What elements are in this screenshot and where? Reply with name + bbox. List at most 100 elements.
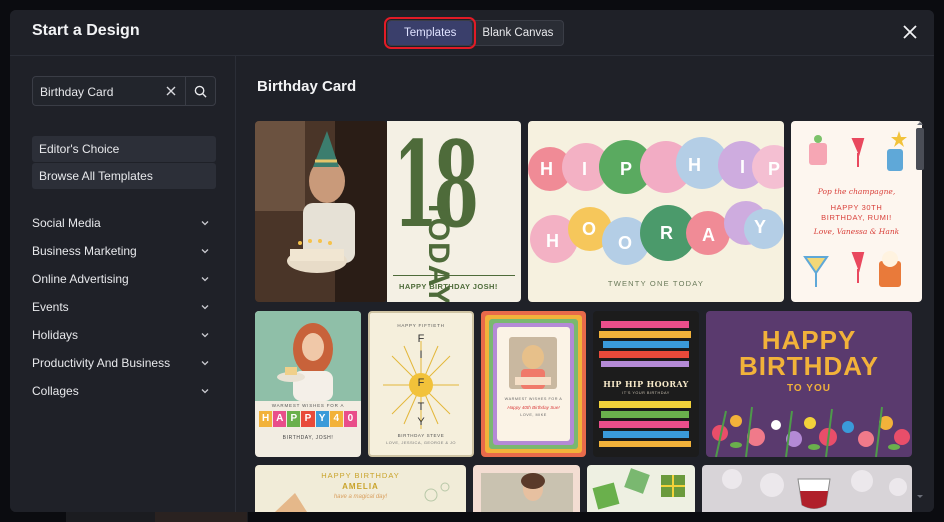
card-letter: F: [417, 333, 425, 345]
card-text: Happy 40th Birthday Sue!: [507, 405, 560, 410]
search-button[interactable]: [185, 77, 215, 105]
card-letter: Y: [315, 411, 329, 427]
category-label: Events: [32, 300, 69, 314]
tab-blank-canvas[interactable]: Blank Canvas: [472, 21, 563, 45]
search-icon: [194, 85, 207, 98]
template-card-hip-hip-hooray-dots[interactable]: H I P H I P H O O R A Y TWENTY ONE TODAY: [528, 121, 784, 302]
card-line: BIRTHDAY: [739, 351, 879, 381]
category-label: Online Advertising: [32, 272, 129, 286]
card-line: Love, Vanessa & Hank: [813, 227, 900, 236]
card-letter: P: [620, 159, 633, 179]
card-sub: IT'S YOUR BIRTHDAY: [622, 391, 670, 395]
card-footer: TWENTY ONE TODAY: [607, 279, 705, 288]
chevron-down-icon: [201, 221, 209, 226]
start-design-modal: Start a Design Templates Blank Canvas Bi…: [10, 10, 934, 512]
birthday-photo-image: [255, 121, 387, 302]
card-letter: H: [259, 411, 273, 427]
card-divider: [393, 275, 515, 276]
chevron-down-icon: [201, 333, 209, 338]
template-gallery: Birthday Card 18 TODAY HAPPY BIRTHDAY JO: [237, 56, 934, 512]
category-label: Business Marketing: [32, 244, 137, 258]
card-letter: T: [417, 401, 425, 413]
woman-photo-image: [255, 311, 361, 401]
template-card-hip-hip-hooray-stripes[interactable]: HIP HIP HOORAY IT'S YOUR BIRTHDAY: [593, 311, 699, 457]
scroll-up-icon[interactable]: [916, 120, 924, 126]
card-letter: A: [702, 225, 715, 245]
template-card-gifts[interactable]: [587, 465, 695, 512]
category-label: Collages: [32, 384, 79, 398]
category-productivity-business[interactable]: Productivity And Business: [32, 353, 216, 373]
template-card-fifty[interactable]: HAPPY FIFTIETH F I F T Y BIRTHDAY STEVE …: [368, 311, 474, 457]
card-letter: F: [417, 377, 425, 389]
category-collages[interactable]: Collages: [32, 381, 216, 401]
chevron-down-icon: [201, 361, 209, 366]
scrollbar-thumb[interactable]: [916, 128, 924, 170]
card-top-text: WARMEST WISHES FOR A: [271, 403, 345, 408]
category-events[interactable]: Events: [32, 297, 216, 317]
scroll-down-icon[interactable]: [916, 494, 924, 500]
category-online-advertising[interactable]: Online Advertising: [32, 269, 216, 289]
card-line: Pop the champagne,: [817, 187, 896, 196]
chevron-down-icon: [201, 389, 209, 394]
modal-header: Start a Design Templates Blank Canvas: [10, 10, 934, 56]
editors-choice-item[interactable]: Editor's Choice: [32, 136, 216, 162]
card-letter: P: [287, 411, 301, 427]
card-line: HAPPY 30TH: [830, 203, 883, 212]
card-letter: I: [740, 157, 746, 177]
card-letter: I: [419, 349, 423, 361]
category-holidays[interactable]: Holidays: [32, 325, 216, 345]
card-letter: Y: [417, 416, 425, 428]
clear-icon[interactable]: [165, 85, 177, 97]
card-bottom-text: BIRTHDAY STEVE: [397, 433, 445, 438]
card-letter: 4: [329, 411, 343, 427]
card-letter: 0: [343, 411, 357, 427]
template-card-photo-woman[interactable]: [473, 465, 580, 512]
card-letter: R: [660, 223, 673, 243]
template-card-happy-birthday-floral[interactable]: HAPPY BIRTHDAY TO YOU: [706, 311, 912, 457]
card-letter: P: [301, 411, 315, 427]
card-happy-row: H A P P Y 4 0: [259, 411, 357, 427]
search-box[interactable]: Birthday Card: [32, 76, 216, 106]
card-letter: O: [582, 219, 597, 239]
child-photo-image: [509, 337, 557, 389]
card-bottom-text: LOVE, JESSICA, GEORGE & JO: [386, 440, 456, 445]
card-text: WARMEST WISHES FOR A: [504, 397, 563, 401]
card-letter: I: [582, 159, 588, 179]
card-line: TO YOU: [787, 383, 831, 394]
chevron-down-icon: [201, 249, 209, 254]
colorful-dots-art: [528, 137, 784, 265]
template-card-happy-birthday-amelia[interactable]: HAPPY BIRTHDAY AMELIA have a magical day…: [255, 465, 466, 512]
sidebar: Birthday Card Editor's Choice Browse All…: [10, 56, 236, 512]
search-input[interactable]: Birthday Card: [40, 85, 113, 99]
card-letter: Y: [754, 217, 767, 237]
template-card-champagne[interactable]: Pop the champagne, HAPPY 30TH BIRTHDAY, …: [791, 121, 922, 302]
card-line: BIRTHDAY, RUMI!: [821, 213, 892, 222]
card-letter: H: [688, 155, 701, 175]
template-card-happy-40[interactable]: WARMEST WISHES FOR A H A P P Y 4 0 BIRTH…: [255, 311, 361, 457]
card-letter: H: [546, 231, 559, 251]
template-card-wine[interactable]: [702, 465, 912, 512]
card-title: HIP HIP HOORAY: [603, 379, 689, 389]
gifts-illustration: [592, 468, 685, 510]
category-social-media[interactable]: Social Media: [32, 213, 216, 233]
tab-templates[interactable]: Templates: [383, 17, 477, 49]
card-letter: A: [273, 411, 287, 427]
card-letter: O: [618, 233, 633, 253]
card-top-text: HAPPY FIFTIETH: [397, 323, 445, 328]
gallery-title: Birthday Card: [257, 78, 357, 95]
card-letter: H: [540, 159, 553, 179]
template-card-photo-cake[interactable]: [255, 121, 387, 302]
card-letter: P: [768, 159, 781, 179]
card-footer: HAPPY BIRTHDAY JOSH!: [399, 282, 498, 291]
wine-glass-illustration: [722, 469, 907, 509]
modal-title: Start a Design: [32, 22, 140, 39]
gallery-scrollbar[interactable]: [916, 122, 924, 502]
close-icon[interactable]: [902, 24, 918, 40]
template-card-rainbow-frame[interactable]: WARMEST WISHES FOR A Happy 40th Birthday…: [481, 311, 586, 457]
category-business-marketing[interactable]: Business Marketing: [32, 241, 216, 261]
browse-all-templates-item[interactable]: Browse All Templates: [32, 163, 216, 189]
mode-switch: Templates Blank Canvas: [383, 17, 565, 49]
card-text: LOVE, MIKE: [520, 413, 547, 417]
template-card-18-today[interactable]: 18 TODAY HAPPY BIRTHDAY JOSH!: [387, 121, 521, 302]
chevron-down-icon: [201, 277, 209, 282]
